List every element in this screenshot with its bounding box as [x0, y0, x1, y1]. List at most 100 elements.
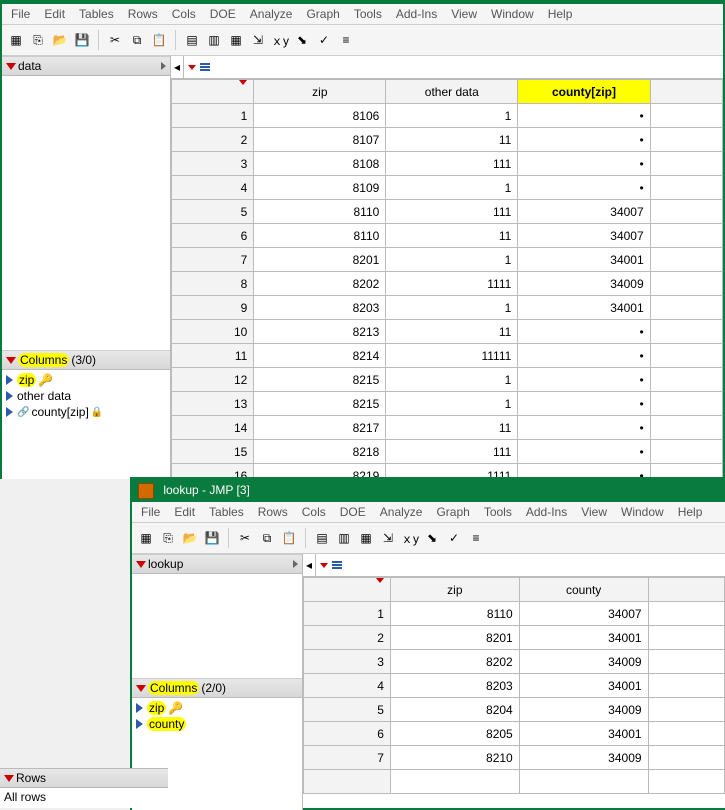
cut-icon[interactable]: ✂	[105, 30, 125, 50]
cell[interactable]: 11	[386, 416, 518, 440]
menu-graph[interactable]: Graph	[429, 505, 476, 519]
cell[interactable]: 8217	[254, 416, 386, 440]
grid-menu-icon[interactable]	[320, 563, 328, 568]
cell[interactable]: 34007	[518, 224, 650, 248]
row-number[interactable]: 14	[172, 416, 254, 440]
grid3-icon[interactable]: ▦	[356, 528, 376, 548]
menu-doe[interactable]: DOE	[333, 505, 373, 519]
menu-edit[interactable]: Edit	[37, 7, 72, 21]
copy-icon[interactable]: ⧉	[127, 30, 147, 50]
column-item[interactable]: 🔗 county[zip]🔒	[6, 404, 166, 420]
menu-tools[interactable]: Tools	[477, 505, 519, 519]
cell[interactable]: 111	[386, 440, 518, 464]
check-icon[interactable]: ✓	[444, 528, 464, 548]
row-number[interactable]: 1	[172, 104, 254, 128]
menu-tables[interactable]: Tables	[202, 505, 251, 519]
open-icon[interactable]: 📂	[50, 30, 70, 50]
chevron-right-icon[interactable]	[161, 62, 166, 70]
disclosure-icon[interactable]	[136, 685, 146, 692]
cell[interactable]: 1	[386, 368, 518, 392]
row-number[interactable]: 4	[304, 674, 391, 698]
row-number[interactable]: 3	[172, 152, 254, 176]
chart-icon[interactable]: ⬊	[292, 30, 312, 50]
menu-icon[interactable]: ≡	[466, 528, 486, 548]
save-icon[interactable]: 💾	[202, 528, 222, 548]
data-panel-header[interactable]: data	[2, 56, 170, 76]
cell[interactable]: 34007	[519, 602, 648, 626]
cell[interactable]: 11	[386, 320, 518, 344]
menu-help[interactable]: Help	[541, 7, 580, 21]
window-titlebar[interactable]: lookup - JMP [3]	[132, 479, 725, 502]
cell[interactable]: 111	[386, 152, 518, 176]
column-item[interactable]: zip 🔑	[136, 700, 298, 716]
row-number[interactable]: 2	[172, 128, 254, 152]
check-icon[interactable]: ✓	[314, 30, 334, 50]
cell[interactable]: 8214	[254, 344, 386, 368]
cell[interactable]: 34009	[519, 746, 648, 770]
cell[interactable]: •	[518, 440, 650, 464]
cell[interactable]: 8215	[254, 392, 386, 416]
cell[interactable]: 8108	[254, 152, 386, 176]
cell[interactable]: 1	[386, 296, 518, 320]
row-number[interactable]: 13	[172, 392, 254, 416]
sheet-icon[interactable]: ▦	[136, 528, 156, 548]
row-number[interactable]: 10	[172, 320, 254, 344]
rows-panel-header[interactable]: Rows	[0, 769, 168, 788]
menu-analyze[interactable]: Analyze	[243, 7, 300, 21]
open-icon[interactable]: 📂	[180, 528, 200, 548]
columns-panel-header[interactable]: Columns (2/0)	[132, 678, 302, 698]
chart-icon[interactable]: ⬊	[422, 528, 442, 548]
cell[interactable]: 11	[386, 224, 518, 248]
menu-window[interactable]: Window	[484, 7, 541, 21]
menu-rows[interactable]: Rows	[121, 7, 165, 21]
sort-icon[interactable]	[200, 63, 210, 71]
row-number[interactable]: 7	[172, 248, 254, 272]
row-number[interactable]: 12	[172, 368, 254, 392]
cell[interactable]: 8203	[390, 674, 519, 698]
cell[interactable]: •	[518, 320, 650, 344]
grid1-icon[interactable]: ▤	[182, 30, 202, 50]
lookup-grid[interactable]: zipcounty1811034007282013400138202340094…	[303, 577, 725, 794]
cell[interactable]: 34009	[518, 272, 650, 296]
menu-view[interactable]: View	[444, 7, 484, 21]
fit-icon[interactable]: ⇲	[248, 30, 268, 50]
cell[interactable]: 8213	[254, 320, 386, 344]
row-number[interactable]: 11	[172, 344, 254, 368]
cell[interactable]: 1	[386, 104, 518, 128]
cell[interactable]: 8201	[390, 626, 519, 650]
cell[interactable]: 8210	[390, 746, 519, 770]
cell[interactable]: 1	[386, 248, 518, 272]
cell[interactable]: 8107	[254, 128, 386, 152]
cell[interactable]: 8202	[390, 650, 519, 674]
column-header[interactable]: county[zip]	[518, 80, 650, 104]
cell[interactable]: 8202	[254, 272, 386, 296]
row-number[interactable]: 1	[304, 602, 391, 626]
column-header[interactable]: county	[519, 578, 648, 602]
menu-analyze[interactable]: Analyze	[373, 505, 430, 519]
cell[interactable]: 8201	[254, 248, 386, 272]
cell[interactable]: 8110	[390, 602, 519, 626]
grid3-icon[interactable]: ▦	[226, 30, 246, 50]
menu-icon[interactable]: ≡	[336, 30, 356, 50]
menu-cols[interactable]: Cols	[165, 7, 203, 21]
cell[interactable]: 8110	[254, 200, 386, 224]
cell[interactable]: 11	[386, 128, 518, 152]
cell[interactable]: 34009	[519, 698, 648, 722]
cell[interactable]: 34001	[518, 248, 650, 272]
chevron-right-icon[interactable]	[293, 560, 298, 568]
data-grid[interactable]: zipother datacounty[zip]181061•2810711•3…	[171, 79, 723, 479]
menu-rows[interactable]: Rows	[251, 505, 295, 519]
xy-icon[interactable]: ｘy	[270, 30, 290, 50]
row-number[interactable]	[304, 770, 391, 794]
cell[interactable]: 34001	[519, 722, 648, 746]
cell[interactable]: 34001	[519, 626, 648, 650]
cut-icon[interactable]: ✂	[235, 528, 255, 548]
cell[interactable]: 34009	[519, 650, 648, 674]
grid2-icon[interactable]: ▥	[334, 528, 354, 548]
scroll-left-icon[interactable]: ◂	[303, 554, 316, 576]
menu-cols[interactable]: Cols	[295, 505, 333, 519]
row-number[interactable]: 15	[172, 440, 254, 464]
grid2-icon[interactable]: ▥	[204, 30, 224, 50]
cell[interactable]: •	[518, 392, 650, 416]
menu-addins[interactable]: Add-Ins	[389, 7, 444, 21]
